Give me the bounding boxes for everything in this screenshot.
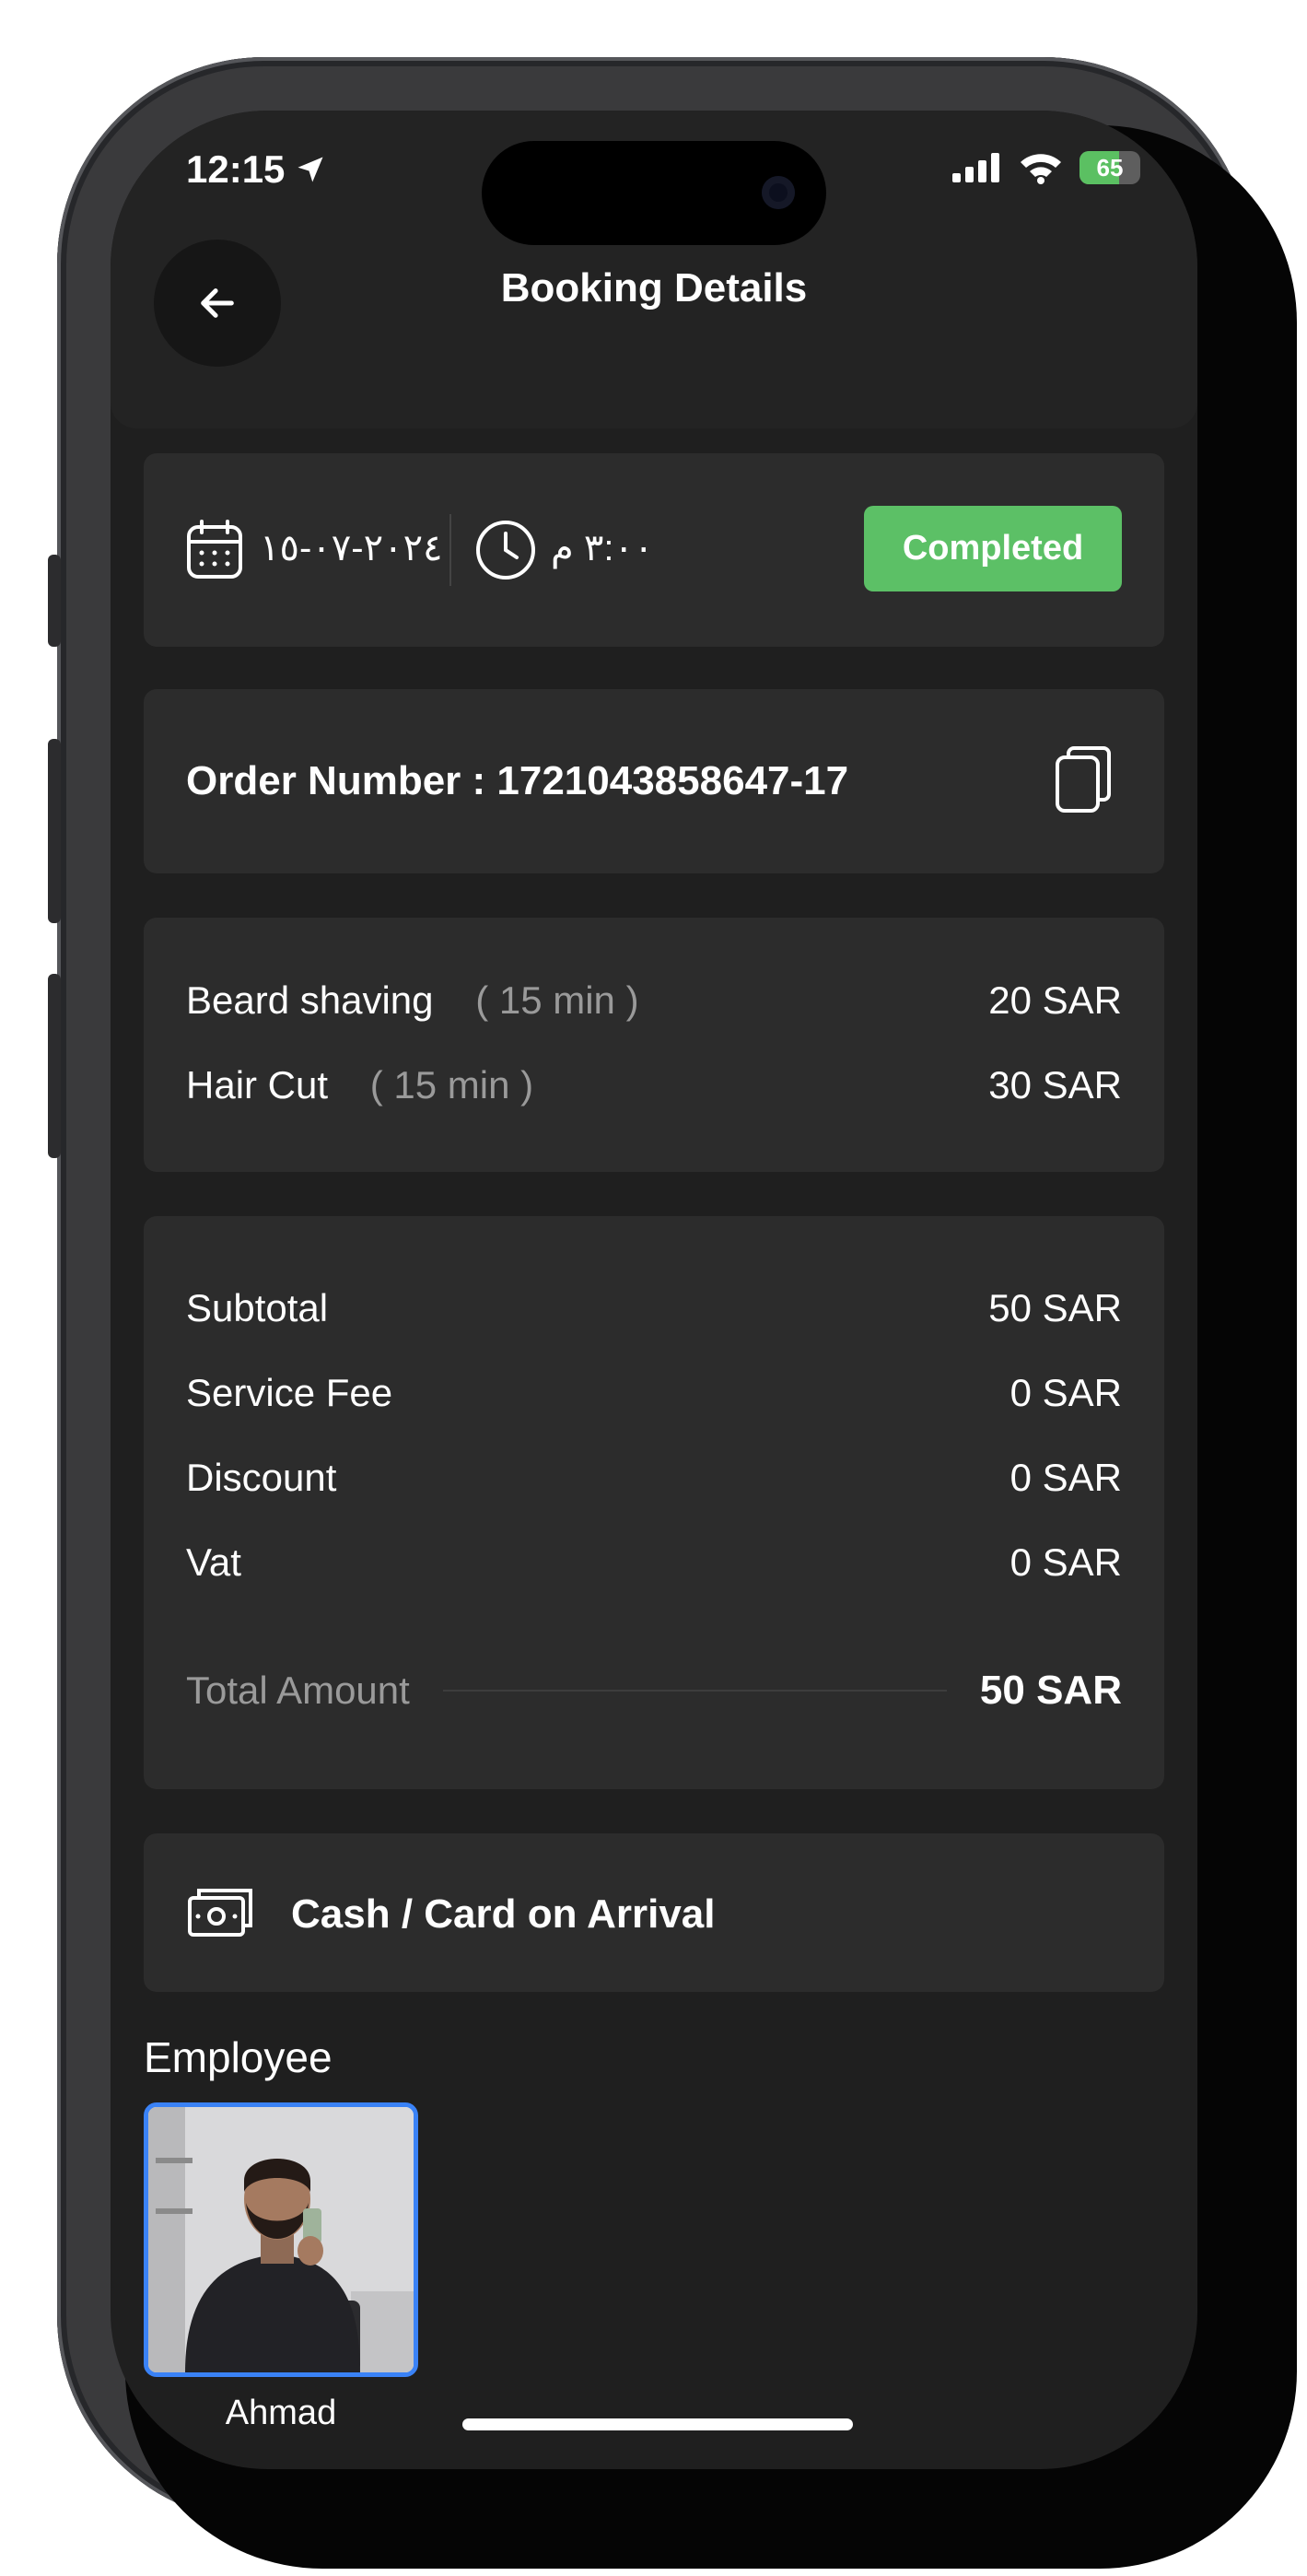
payment-method: Cash / Card on Arrival: [291, 1891, 716, 1937]
services-card: Beard shaving ( 15 min ) 20 SAR Hair Cut…: [144, 918, 1164, 1172]
service-name: Hair Cut: [186, 1063, 329, 1107]
app-screen: 12:15 65 Booking Details ٢٠٢٤-٠٧-١٥ ٣:٠٠…: [111, 111, 1197, 2469]
dynamic-island: [482, 141, 826, 245]
booking-datetime-card: ٢٠٢٤-٠٧-١٥ ٣:٠٠ م Completed: [144, 453, 1164, 647]
clock-icon: [476, 521, 535, 580]
cash-icon: [188, 1889, 252, 1937]
service-price: 30 SAR: [988, 1063, 1122, 1107]
summary-row-subtotal: Subtotal 50 SAR: [186, 1286, 1122, 1330]
service-row: Hair Cut ( 15 min ) 30 SAR: [186, 1063, 1122, 1107]
employee-name: Ahmad: [225, 2394, 337, 2432]
battery-percent: 65: [1096, 153, 1124, 181]
action-button: [48, 555, 61, 647]
summary-label: Subtotal: [186, 1286, 329, 1329]
volume-up-button: [48, 739, 61, 923]
summary-row-vat: Vat 0 SAR: [186, 1540, 1122, 1585]
service-price: 20 SAR: [988, 978, 1122, 1022]
order-number: Order Number : 1721043858647-17: [186, 758, 849, 803]
service-name-wrap: Hair Cut ( 15 min ): [186, 1063, 533, 1107]
service-duration: ( 15 min ): [475, 978, 639, 1022]
summary-label: Service Fee: [186, 1371, 393, 1414]
order-number-card: Order Number : 1721043858647-17: [144, 689, 1164, 873]
battery-indicator: 65: [1079, 151, 1140, 184]
payment-method-card: Cash / Card on Arrival: [144, 1833, 1164, 1992]
summary-value: 0 SAR: [1009, 1456, 1122, 1499]
service-name: Beard shaving: [186, 978, 434, 1022]
summary-label: Vat: [186, 1540, 241, 1584]
service-row: Beard shaving ( 15 min ) 20 SAR: [186, 978, 1122, 1023]
volume-down-button: [48, 974, 61, 1158]
home-indicator[interactable]: [462, 2418, 853, 2430]
cellular-signal-icon: [952, 153, 999, 182]
status-time: 12:15: [186, 147, 327, 192]
summary-value: 0 SAR: [1009, 1540, 1122, 1584]
summary-row-service-fee: Service Fee 0 SAR: [186, 1371, 1122, 1415]
total-divider: [442, 1690, 947, 1692]
summary-label: Discount: [186, 1456, 337, 1499]
total-value: 50 SAR: [979, 1668, 1122, 1713]
summary-row-discount: Discount 0 SAR: [186, 1456, 1122, 1500]
total-label: Total Amount: [186, 1669, 410, 1712]
location-arrow-icon: [298, 157, 323, 182]
summary-value: 0 SAR: [1009, 1371, 1122, 1414]
calendar-icon: [187, 520, 242, 579]
summary-value: 50 SAR: [988, 1286, 1122, 1329]
booking-time: ٣:٠٠ م: [551, 528, 654, 568]
divider: [449, 514, 451, 586]
status-badge: Completed: [864, 506, 1122, 591]
copy-icon[interactable]: [1054, 744, 1113, 814]
total-row: Total Amount 50 SAR: [186, 1668, 1122, 1714]
booking-date: ٢٠٢٤-٠٧-١٥: [260, 528, 443, 568]
service-duration: ( 15 min ): [369, 1063, 534, 1107]
employee-section-title: Employee: [144, 2033, 333, 2081]
employee-avatar[interactable]: [144, 2102, 418, 2377]
wifi-icon: [1021, 154, 1061, 184]
status-time-text: 12:15: [186, 147, 286, 191]
employee-photo-icon: [148, 2107, 414, 2372]
status-indicators: 65: [952, 151, 1140, 184]
price-summary-card: Subtotal 50 SAR Service Fee 0 SAR Discou…: [144, 1216, 1164, 1789]
page-title: Booking Details: [500, 265, 808, 310]
service-name-wrap: Beard shaving ( 15 min ): [186, 978, 639, 1023]
